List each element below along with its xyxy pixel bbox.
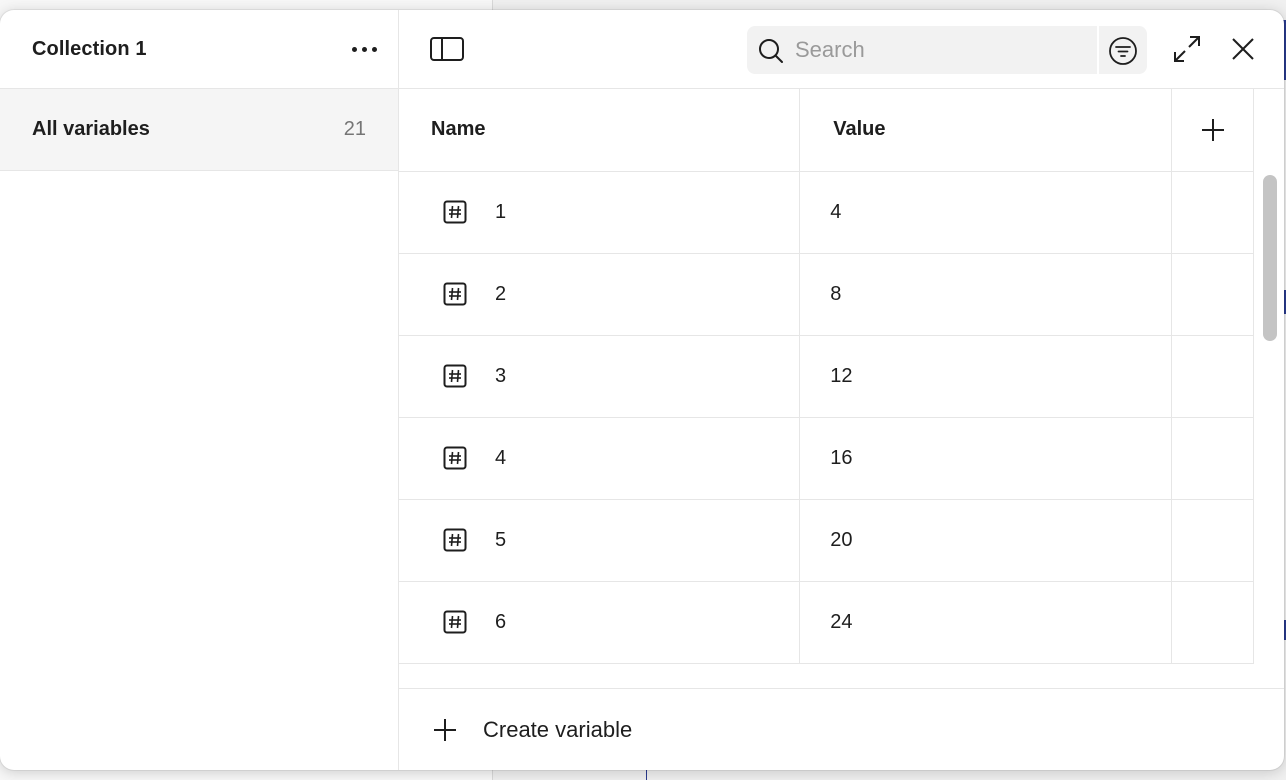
sidebar-toggle-icon	[430, 37, 464, 61]
row-extra-cell	[1171, 499, 1254, 582]
variable-name: 1	[495, 200, 507, 223]
filter-icon	[1109, 37, 1137, 65]
more-options-button[interactable]	[346, 31, 382, 67]
variable-value-cell[interactable]: 24	[799, 581, 1173, 664]
vertical-scrollbar[interactable]	[1263, 175, 1277, 341]
search-box	[747, 26, 1147, 74]
variables-table: Name Value 1 4 2 8 3 12 4 16 5 20 6 24	[399, 89, 1254, 664]
variable-value-cell[interactable]: 16	[799, 417, 1173, 500]
table-row[interactable]: 4 16	[399, 417, 1254, 500]
row-extra-cell	[1171, 417, 1254, 500]
table-row[interactable]: 28	[399, 253, 1254, 336]
search-icon	[759, 39, 783, 63]
create-variable-button[interactable]: Create variable	[399, 688, 1284, 770]
number-variable-icon	[443, 528, 467, 552]
variable-value-cell[interactable]: 20	[799, 499, 1173, 582]
search-input[interactable]	[795, 26, 1095, 74]
number-variable-icon	[443, 446, 467, 470]
close-icon	[1232, 38, 1254, 60]
table-header-row: Name Value	[399, 89, 1254, 172]
column-header-value[interactable]: Value	[799, 89, 1173, 172]
variable-value-cell[interactable]: 4	[799, 171, 1173, 254]
add-mode-button[interactable]	[1172, 116, 1253, 144]
variable-name: 5	[495, 528, 507, 551]
row-extra-cell	[1171, 335, 1254, 418]
expand-button[interactable]	[1171, 33, 1203, 65]
number-variable-icon	[443, 282, 467, 306]
plus-icon	[434, 718, 456, 741]
sidebar-toggle-button[interactable]	[429, 34, 465, 64]
create-variable-label: Create variable	[483, 716, 633, 742]
variable-name: 6	[495, 610, 507, 633]
variable-value-cell[interactable]: 8	[799, 253, 1173, 336]
variable-name: 4	[495, 446, 507, 469]
number-variable-icon	[443, 364, 467, 388]
toolbar	[399, 10, 1284, 89]
variable-name-cell[interactable]: 5	[399, 499, 801, 582]
search-separator	[1097, 26, 1099, 74]
plus-icon	[1201, 118, 1224, 141]
variable-name-cell[interactable]: 4	[399, 417, 801, 500]
collections-sidebar: Collection 1 All variables 21	[0, 10, 399, 770]
close-button[interactable]	[1227, 33, 1259, 65]
table-row[interactable]: 3 12	[399, 335, 1254, 418]
variable-name-cell[interactable]: 3	[399, 335, 801, 418]
table-row[interactable]: 6 24	[399, 581, 1254, 664]
sidebar-item-all-variables[interactable]: All variables 21	[0, 89, 398, 171]
row-extra-cell	[1171, 253, 1254, 336]
variables-modal: Collection 1 All variables 21 Search Nam…	[0, 10, 1284, 770]
variable-name-cell[interactable]: 2	[399, 253, 801, 336]
collection-title[interactable]: Collection 1	[32, 38, 147, 61]
variable-value-cell[interactable]: 12	[799, 335, 1173, 418]
more-horizontal-icon-dot	[371, 46, 377, 52]
variable-name-cell[interactable]: 6	[399, 581, 801, 664]
row-extra-cell	[1171, 581, 1254, 664]
table-row[interactable]: 5 20	[399, 499, 1254, 582]
more-horizontal-icon	[351, 46, 357, 52]
variable-name: 3	[495, 364, 507, 387]
sidebar-item-count: 21	[343, 118, 366, 140]
table-row[interactable]: 14	[399, 171, 1254, 254]
variable-name-cell[interactable]: 1	[399, 171, 801, 254]
filter-button[interactable]	[1107, 35, 1139, 67]
expand-icon	[1174, 36, 1200, 62]
more-horizontal-icon-dot	[361, 46, 367, 52]
row-extra-cell	[1171, 171, 1254, 254]
variables-main: Name Value 1428312416520624	[399, 10, 1284, 770]
variables-table-area: Name Value 1 4 2 8 3 12 4 16 5 20 6 24	[399, 89, 1284, 689]
number-variable-icon	[443, 610, 467, 634]
number-variable-icon	[443, 200, 467, 224]
column-header-name[interactable]: Name	[399, 89, 801, 172]
sidebar-header: Collection 1	[0, 10, 398, 89]
variable-name: 2	[495, 282, 507, 305]
sidebar-item-label: All variables	[32, 118, 150, 140]
add-column-cell	[1171, 89, 1254, 172]
